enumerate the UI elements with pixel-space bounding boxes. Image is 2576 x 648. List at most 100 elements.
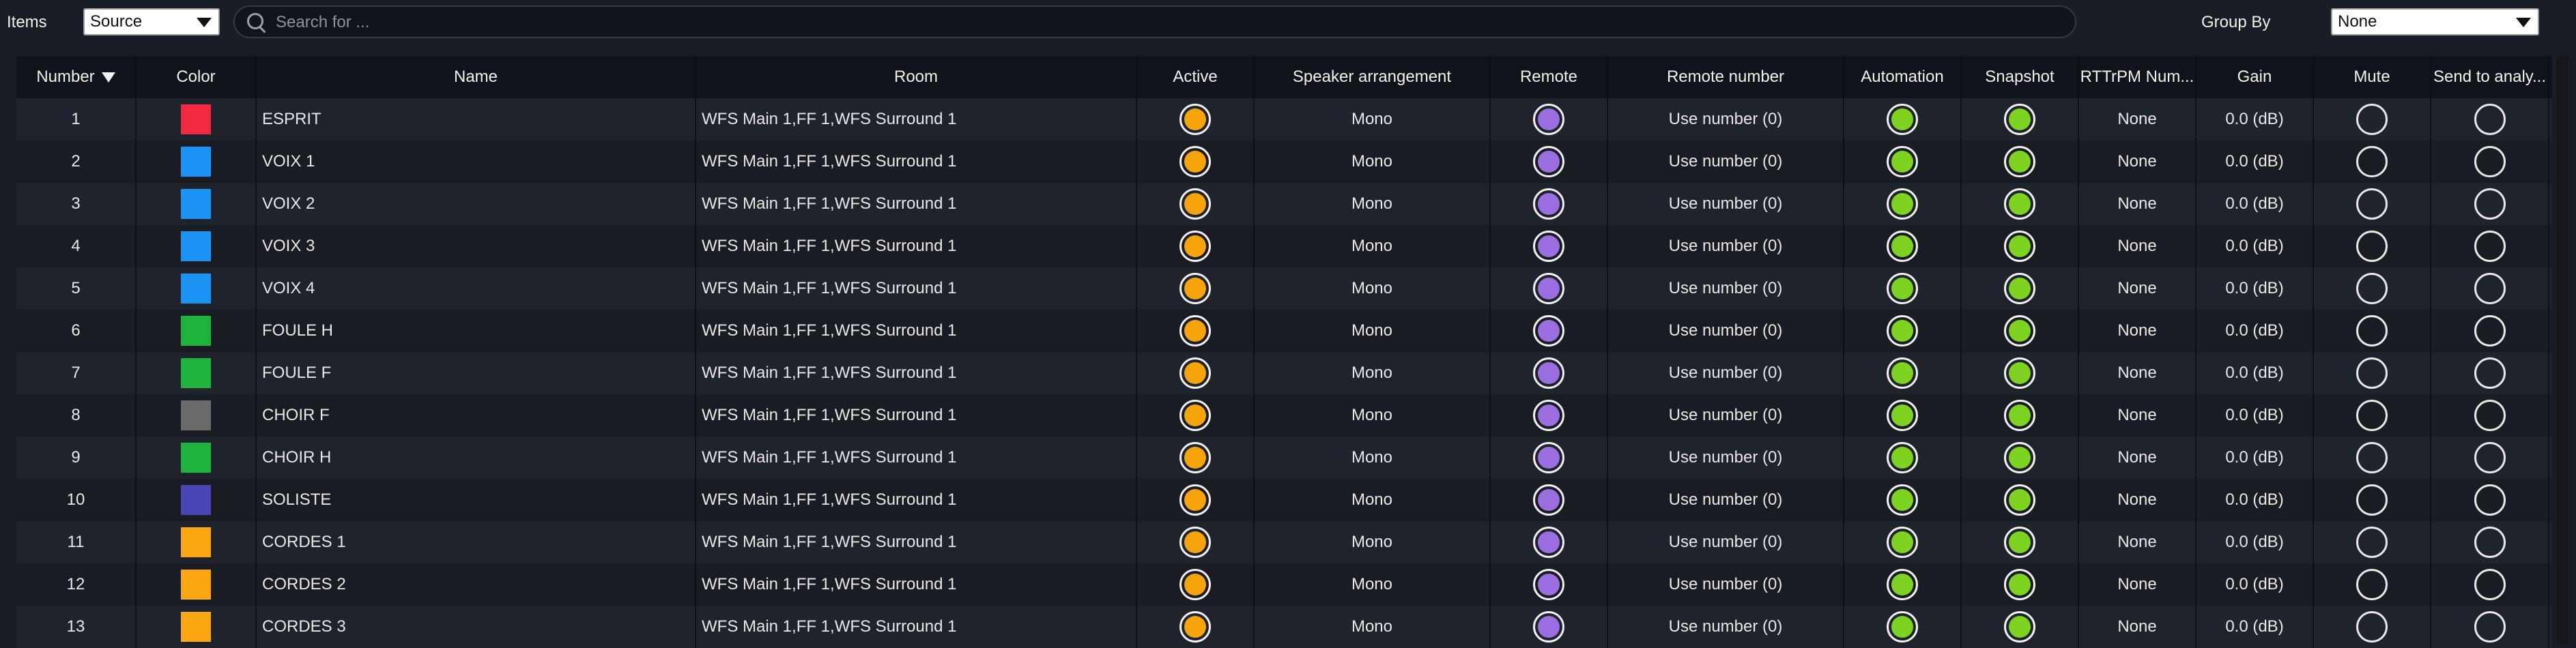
snapshot-toggle[interactable] [2004,357,2035,389]
search-input[interactable] [274,7,2052,38]
mute-toggle[interactable] [2356,527,2388,558]
source-number[interactable]: 7 [16,352,137,394]
remote-toggle[interactable] [1533,400,1564,431]
source-name[interactable]: CHOIR F [257,394,696,437]
source-name[interactable]: CHOIR H [257,437,696,479]
snapshot-toggle[interactable] [2004,104,2035,135]
source-name[interactable]: CORDES 1 [257,521,696,563]
active-toggle[interactable] [1179,569,1211,600]
column-header-color[interactable]: Color [137,56,257,98]
remote-toggle[interactable] [1533,188,1564,220]
source-name[interactable]: VOIX 1 [257,141,696,183]
send-to-analyzer-toggle[interactable] [2474,146,2506,177]
color-swatch[interactable] [181,358,211,388]
automation-toggle[interactable] [1887,569,1918,600]
source-room[interactable]: WFS Main 1,FF 1,WFS Surround 1 [696,267,1137,310]
snapshot-toggle[interactable] [2004,569,2035,600]
send-to-analyzer-toggle[interactable] [2474,315,2506,347]
mute-toggle[interactable] [2356,357,2388,389]
source-name[interactable]: SOLISTE [257,479,696,521]
table-row[interactable]: 2 VOIX 1 WFS Main 1,FF 1,WFS Surround 1 Mon… [16,141,2552,183]
remote-number[interactable]: Use number (0) [1608,141,1844,183]
source-name[interactable]: FOULE H [257,310,696,352]
send-to-analyzer-toggle[interactable] [2474,188,2506,220]
table-row[interactable]: 6 FOULE H WFS Main 1,FF 1,WFS Surround 1 Mo… [16,310,2552,352]
active-toggle[interactable] [1179,315,1211,347]
rttrpm-number[interactable]: None [2079,394,2196,437]
column-header-active[interactable]: Active [1137,56,1255,98]
table-row[interactable]: 12 CORDES 2 WFS Main 1,FF 1,WFS Surround 1… [16,563,2552,606]
active-toggle[interactable] [1179,146,1211,177]
source-room[interactable]: WFS Main 1,FF 1,WFS Surround 1 [696,141,1137,183]
source-name[interactable]: ESPRIT [257,98,696,141]
search-field[interactable] [233,5,2076,38]
remote-number[interactable]: Use number (0) [1608,98,1844,141]
send-to-analyzer-toggle[interactable] [2474,231,2506,262]
gain-value[interactable]: 0.0 (dB) [2196,267,2314,310]
mute-toggle[interactable] [2356,104,2388,135]
table-row[interactable]: 8 CHOIR F WFS Main 1,FF 1,WFS Surround 1 Mo… [16,394,2552,437]
mute-toggle[interactable] [2356,569,2388,600]
source-room[interactable]: WFS Main 1,FF 1,WFS Surround 1 [696,225,1137,267]
table-row[interactable]: 9 CHOIR H WFS Main 1,FF 1,WFS Surround 1 Mo… [16,437,2552,479]
gain-value[interactable]: 0.0 (dB) [2196,352,2314,394]
source-number[interactable]: 8 [16,394,137,437]
table-row[interactable]: 4 VOIX 3 WFS Main 1,FF 1,WFS Surround 1 Mon… [16,225,2552,267]
source-name[interactable]: VOIX 3 [257,225,696,267]
color-swatch[interactable] [181,316,211,346]
table-row[interactable]: 7 FOULE F WFS Main 1,FF 1,WFS Surround 1 Mo… [16,352,2552,394]
send-to-analyzer-toggle[interactable] [2474,357,2506,389]
remote-toggle[interactable] [1533,273,1564,304]
table-row[interactable]: 1 ESPRIT WFS Main 1,FF 1,WFS Surround 1 Mon… [16,98,2552,141]
table-row[interactable]: 5 VOIX 4 WFS Main 1,FF 1,WFS Surround 1 Mon… [16,267,2552,310]
speaker-arrangement[interactable]: Mono [1255,437,1491,479]
column-header-snapshot[interactable]: Snapshot [1962,56,2079,98]
color-swatch[interactable] [181,189,211,219]
automation-toggle[interactable] [1887,400,1918,431]
source-room[interactable]: WFS Main 1,FF 1,WFS Surround 1 [696,394,1137,437]
automation-toggle[interactable] [1887,231,1918,262]
column-header-remote-number[interactable]: Remote number [1608,56,1844,98]
gain-value[interactable]: 0.0 (dB) [2196,183,2314,225]
speaker-arrangement[interactable]: Mono [1255,310,1491,352]
rttrpm-number[interactable]: None [2079,563,2196,606]
source-name[interactable]: CORDES 2 [257,563,696,606]
gain-value[interactable]: 0.0 (dB) [2196,563,2314,606]
automation-toggle[interactable] [1887,442,1918,473]
speaker-arrangement[interactable]: Mono [1255,141,1491,183]
remote-number[interactable]: Use number (0) [1608,563,1844,606]
rttrpm-number[interactable]: None [2079,183,2196,225]
mute-toggle[interactable] [2356,273,2388,304]
remote-number[interactable]: Use number (0) [1608,225,1844,267]
gain-value[interactable]: 0.0 (dB) [2196,310,2314,352]
column-header-name[interactable]: Name [257,56,696,98]
remote-toggle[interactable] [1533,527,1564,558]
source-room[interactable]: WFS Main 1,FF 1,WFS Surround 1 [696,521,1137,563]
remote-number[interactable]: Use number (0) [1608,183,1844,225]
source-room[interactable]: WFS Main 1,FF 1,WFS Surround 1 [696,183,1137,225]
snapshot-toggle[interactable] [2004,146,2035,177]
source-number[interactable]: 2 [16,141,137,183]
gain-value[interactable]: 0.0 (dB) [2196,606,2314,648]
automation-toggle[interactable] [1887,527,1918,558]
snapshot-toggle[interactable] [2004,442,2035,473]
rttrpm-number[interactable]: None [2079,310,2196,352]
table-row[interactable]: 3 VOIX 2 WFS Main 1,FF 1,WFS Surround 1 Mon… [16,183,2552,225]
rttrpm-number[interactable]: None [2079,352,2196,394]
source-room[interactable]: WFS Main 1,FF 1,WFS Surround 1 [696,98,1137,141]
gain-value[interactable]: 0.0 (dB) [2196,521,2314,563]
gain-value[interactable]: 0.0 (dB) [2196,394,2314,437]
source-number[interactable]: 4 [16,225,137,267]
mute-toggle[interactable] [2356,315,2388,347]
active-toggle[interactable] [1179,188,1211,220]
source-number[interactable]: 9 [16,437,137,479]
mute-toggle[interactable] [2356,188,2388,220]
source-number[interactable]: 3 [16,183,137,225]
active-toggle[interactable] [1179,231,1211,262]
remote-toggle[interactable] [1533,569,1564,600]
color-swatch[interactable] [181,274,211,304]
color-swatch[interactable] [181,443,211,473]
gain-value[interactable]: 0.0 (dB) [2196,141,2314,183]
automation-toggle[interactable] [1887,315,1918,347]
remote-toggle[interactable] [1533,231,1564,262]
